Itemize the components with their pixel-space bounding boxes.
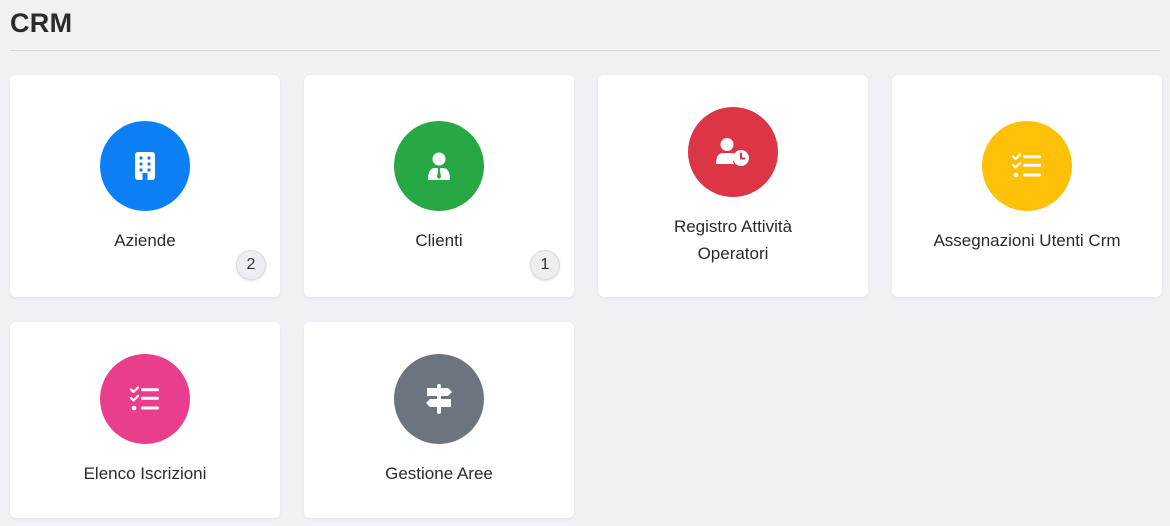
icon-circle bbox=[982, 121, 1072, 211]
card-label: Registro Attività Operatori bbox=[608, 213, 858, 267]
card-label: Clienti bbox=[415, 231, 463, 250]
card-label: Gestione Aree bbox=[385, 464, 493, 483]
list-check-icon bbox=[1012, 153, 1041, 178]
building-icon bbox=[135, 152, 155, 180]
card-label: Elenco Iscrizioni bbox=[83, 464, 207, 483]
title-divider bbox=[10, 50, 1160, 51]
icon-circle bbox=[688, 107, 778, 197]
count-badge: 1 bbox=[530, 250, 560, 280]
card-gestione-aree[interactable]: Gestione Aree bbox=[304, 322, 574, 518]
card-elenco-iscrizioni[interactable]: Elenco Iscrizioni bbox=[10, 322, 280, 518]
card-label: Aziende bbox=[114, 231, 176, 250]
card-label: Assegnazioni Utenti Crm bbox=[933, 231, 1121, 250]
card-label-line: Registro Attività bbox=[673, 217, 793, 236]
count-badge: 2 bbox=[236, 250, 266, 280]
card-assegnazioni-utenti-crm[interactable]: Assegnazioni Utenti Crm bbox=[892, 75, 1162, 297]
page-title: CRM bbox=[10, 8, 73, 38]
list-check-icon bbox=[130, 386, 159, 411]
icon-circle bbox=[100, 121, 190, 211]
icon-circle bbox=[100, 354, 190, 444]
card-label-line: Operatori bbox=[697, 244, 769, 263]
card-registro-attivita-operatori[interactable]: Registro Attività Operatori bbox=[598, 75, 868, 297]
icon-circle bbox=[394, 121, 484, 211]
card-aziende[interactable]: Aziende 2 bbox=[10, 75, 280, 297]
user-clock-icon bbox=[716, 138, 749, 166]
icon-circle bbox=[394, 354, 484, 444]
signs-post-icon bbox=[426, 384, 452, 414]
user-tie-icon bbox=[428, 152, 450, 180]
card-clienti[interactable]: Clienti 1 bbox=[304, 75, 574, 297]
